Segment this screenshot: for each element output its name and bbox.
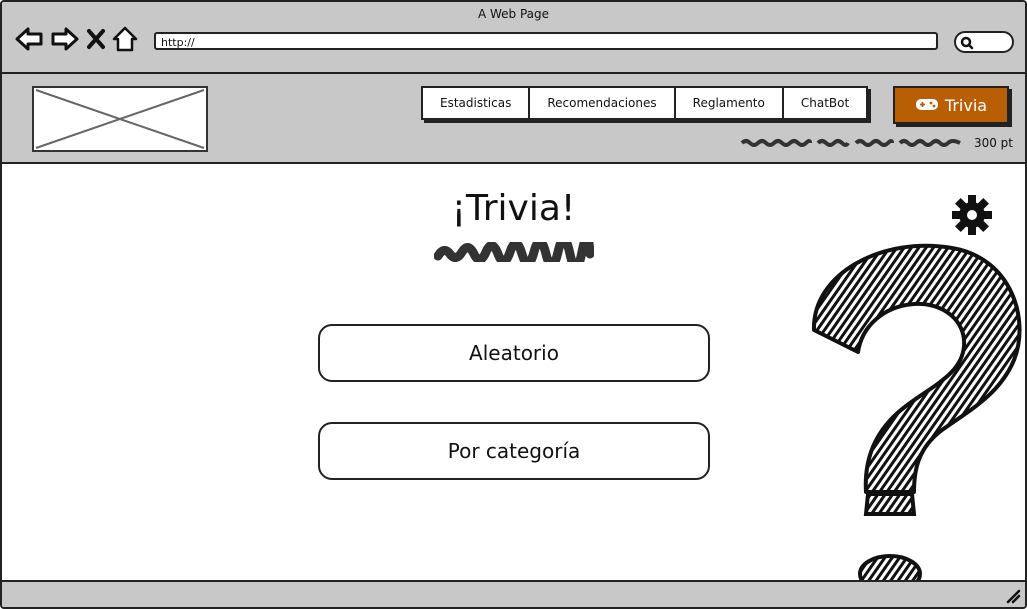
main-content: ¡Trivia! Aleatorio Por categoría — [2, 164, 1025, 594]
nav-item-estadisticas[interactable]: Estadisticas — [423, 88, 531, 118]
question-mark-illustration — [802, 234, 1025, 594]
category-mode-label: Por categoría — [447, 439, 581, 463]
browser-chrome: A Web Page http:// — [2, 2, 1025, 74]
status-bar — [2, 580, 1025, 607]
category-mode-button[interactable]: Por categoría — [318, 422, 710, 480]
trivia-button[interactable]: Trivia — [893, 86, 1009, 124]
subtitle-scribble — [433, 233, 595, 272]
username-scribble — [740, 136, 964, 150]
random-mode-label: Aleatorio — [469, 341, 559, 365]
gamepad-icon — [915, 96, 939, 115]
forward-icon[interactable] — [50, 26, 80, 52]
nav-item-recomendaciones[interactable]: Recomendaciones — [530, 88, 676, 118]
nav-item-reglamento[interactable]: Reglamento — [675, 88, 784, 118]
browser-nav — [14, 24, 138, 54]
points-label: 300 pt — [973, 136, 1013, 150]
window-title: A Web Page — [477, 7, 550, 21]
back-icon[interactable] — [14, 26, 44, 52]
trivia-button-label: Trivia — [944, 95, 988, 115]
random-mode-button[interactable]: Aleatorio — [318, 324, 710, 382]
browser-window: A Web Page http:// Estadisticas Recomend… — [0, 0, 1027, 609]
page-title: ¡Trivia! — [451, 188, 576, 229]
resize-grip-icon[interactable] — [1005, 588, 1021, 607]
site-header: Estadisticas Recomendaciones Reglamento … — [2, 74, 1025, 164]
main-nav: Estadisticas Recomendaciones Reglamento … — [421, 86, 869, 120]
url-bar[interactable]: http:// — [154, 32, 938, 50]
nav-item-chatbot[interactable]: ChatBot — [783, 88, 867, 118]
logo-placeholder — [32, 86, 208, 152]
search-field[interactable] — [954, 31, 1014, 53]
home-icon[interactable] — [112, 25, 138, 53]
user-info: 300 pt — [740, 136, 1013, 150]
close-icon[interactable] — [86, 27, 106, 51]
